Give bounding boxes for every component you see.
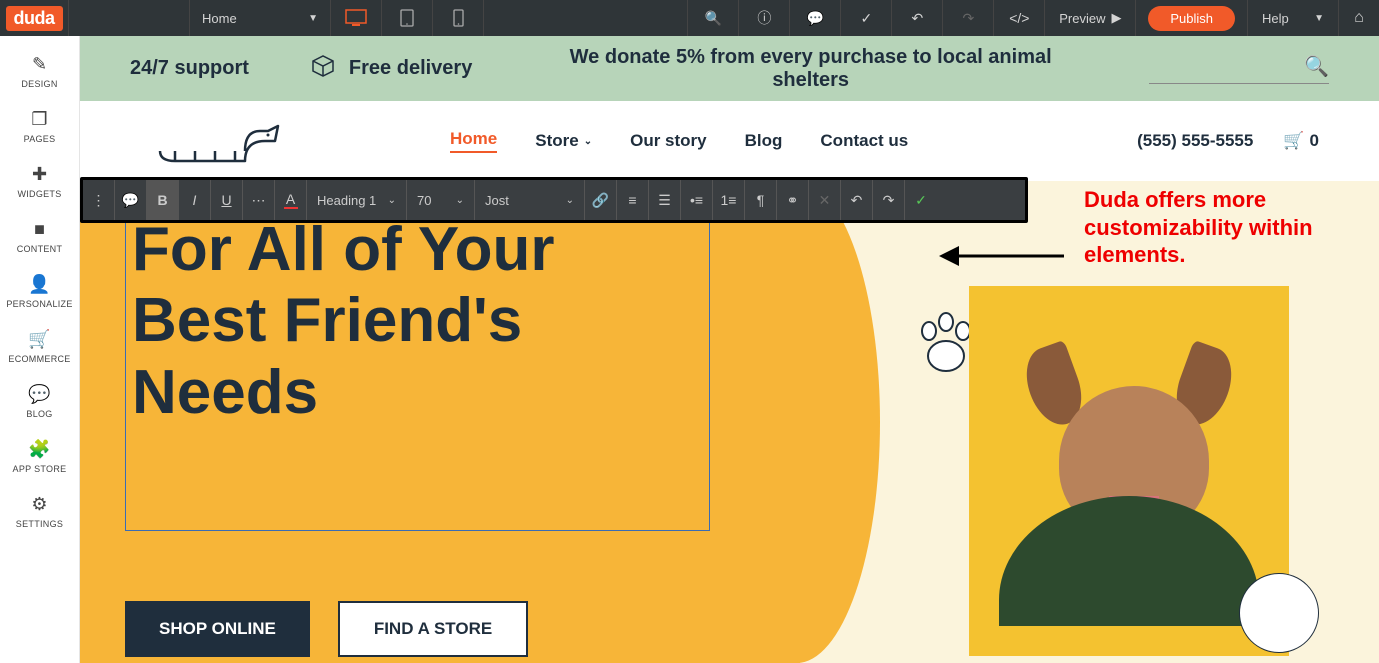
nav-contact[interactable]: Contact us	[820, 129, 908, 153]
nav-blog[interactable]: Blog	[745, 129, 783, 153]
editor-more-icon[interactable]: ⋯	[243, 180, 275, 220]
annotation-text: Duda offers more customizability within …	[1084, 186, 1364, 269]
editor-textcolor-button[interactable]: A	[275, 180, 307, 220]
editor-drag-icon[interactable]: ⋮	[83, 180, 115, 220]
editor-confirm-icon[interactable]: ✓	[905, 180, 937, 220]
editor-clear-icon[interactable]: ✕	[809, 180, 841, 220]
editor-link-icon[interactable]: 🔗	[585, 180, 617, 220]
sidebar-item-pages[interactable]: ❐PAGES	[0, 99, 79, 154]
promo-delivery: Free delivery	[309, 52, 472, 86]
shop-online-button[interactable]: SHOP ONLINE	[125, 601, 310, 657]
nav-home[interactable]: Home	[450, 129, 497, 153]
chat-icon: 💬	[28, 384, 50, 405]
text-editor-toolbar: ⋮ 💬 B I U ⋯ A Heading 1⌄ 70⌄ Jost⌄ 🔗 ≡ ☰…	[80, 177, 1028, 223]
promo-bar: 24/7 support Free delivery We donate 5% …	[80, 36, 1379, 101]
nav-ourstory[interactable]: Our story	[630, 129, 707, 153]
editor-comment-icon[interactable]: 💬	[115, 180, 147, 220]
editor-bold-button[interactable]: B	[147, 180, 179, 220]
editor-redo-icon[interactable]: ↷	[873, 180, 905, 220]
sidebar-item-content[interactable]: ■CONTENT	[0, 209, 79, 264]
site-canvas: 24/7 support Free delivery We donate 5% …	[80, 36, 1379, 663]
cta-row: SHOP ONLINE FIND A STORE	[125, 601, 528, 657]
publish-button[interactable]: Publish	[1148, 6, 1235, 31]
sidebar-item-ecommerce[interactable]: 🛒ECOMMERCE	[0, 319, 79, 374]
editor-bulletlist-icon[interactable]: •≡	[681, 180, 713, 220]
sidebar-item-settings[interactable]: ⚙SETTINGS	[0, 484, 79, 539]
cart-icon: 🛒	[28, 329, 50, 350]
left-sidebar: ✎DESIGN ❐PAGES ✚WIDGETS ■CONTENT 👤PERSON…	[0, 36, 80, 663]
chevron-down-icon: ⌄	[584, 136, 592, 147]
cart-button[interactable]: 🛒0	[1283, 131, 1319, 151]
code-icon[interactable]: </>	[994, 0, 1044, 36]
publish-wrap: Publish	[1136, 0, 1247, 36]
editor-align-icon[interactable]: ≡	[617, 180, 649, 220]
comment-icon[interactable]: 💬	[790, 0, 840, 36]
device-desktop-button[interactable]	[331, 0, 381, 36]
device-tablet-button[interactable]	[382, 0, 432, 36]
plus-icon: ✚	[32, 164, 47, 185]
hero-title-editbox[interactable]: For All of Your Best Friend's Needs	[125, 211, 710, 531]
person-icon: 👤	[28, 274, 50, 295]
editor-ai-icon[interactable]: ⚭	[777, 180, 809, 220]
undo-icon[interactable]: ↶	[892, 0, 942, 36]
editor-lineheight-icon[interactable]: ☰	[649, 180, 681, 220]
editor-fontsize-dropdown[interactable]: 70⌄	[407, 180, 475, 220]
editor-numberlist-icon[interactable]: 1≡	[713, 180, 745, 220]
site-header: Home Store ⌄ Our story Blog Contact us (…	[80, 101, 1379, 181]
search-icon[interactable]: 🔍	[688, 0, 738, 36]
sidebar-item-personalize[interactable]: 👤PERSONALIZE	[0, 264, 79, 319]
oh-my-dog-badge	[1239, 573, 1319, 653]
search-icon: 🔍	[1304, 56, 1329, 78]
editor-undo-icon[interactable]: ↶	[841, 180, 873, 220]
hero-title[interactable]: For All of Your Best Friend's Needs	[126, 212, 709, 430]
cart-icon: 🛒	[1283, 131, 1304, 151]
sidebar-item-widgets[interactable]: ✚WIDGETS	[0, 154, 79, 209]
preview-button[interactable]: Preview▶	[1045, 0, 1135, 36]
promo-support: 24/7 support	[130, 57, 249, 80]
help-dropdown[interactable]: Help▼	[1248, 0, 1338, 36]
gear-icon: ⚙	[31, 494, 47, 515]
sidebar-item-blog[interactable]: 💬BLOG	[0, 374, 79, 429]
chevron-down-icon: ▼	[1314, 13, 1324, 24]
annotation-arrow-icon	[939, 236, 1069, 276]
editor-italic-button[interactable]: I	[179, 180, 211, 220]
device-mobile-button[interactable]	[433, 0, 483, 36]
info-icon[interactable]: ⓘ	[739, 0, 789, 36]
site-logo[interactable]	[150, 111, 290, 171]
chevron-down-icon: ⌄	[388, 195, 396, 206]
puzzle-icon: 🧩	[28, 439, 50, 460]
pages-icon: ❐	[31, 109, 47, 130]
nav-menu: Home Store ⌄ Our story Blog Contact us	[450, 129, 908, 153]
play-icon: ▶	[1111, 10, 1121, 26]
redo-icon[interactable]: ↷	[943, 0, 993, 36]
chevron-down-icon: ⌄	[456, 195, 464, 206]
chevron-down-icon: ⌄	[566, 195, 574, 206]
top-toolbar: duda Home ▼ 🔍 ⓘ 💬 ✓ ↶ ↷ </> Preview▶ Pub…	[0, 0, 1379, 36]
brand-logo: duda	[0, 0, 68, 36]
promo-search[interactable]: 🔍	[1149, 54, 1329, 84]
check-icon[interactable]: ✓	[841, 0, 891, 36]
page-selector-dropdown[interactable]: Home ▼	[190, 0, 330, 36]
folder-icon: ■	[34, 219, 45, 240]
promo-donate: We donate 5% from every purchase to loca…	[532, 46, 1089, 92]
phone-number: (555) 555-5555	[1137, 131, 1253, 151]
find-store-button[interactable]: FIND A STORE	[338, 601, 528, 657]
nav-store[interactable]: Store ⌄	[535, 129, 592, 153]
sidebar-item-appstore[interactable]: 🧩APP STORE	[0, 429, 79, 484]
editor-underline-button[interactable]: U	[211, 180, 243, 220]
sidebar-item-design[interactable]: ✎DESIGN	[0, 44, 79, 99]
chevron-down-icon: ▼	[308, 13, 318, 24]
editor-heading-dropdown[interactable]: Heading 1⌄	[307, 180, 407, 220]
pencil-icon: ✎	[32, 54, 47, 75]
editor-fontfamily-dropdown[interactable]: Jost⌄	[475, 180, 585, 220]
editor-paragraph-icon[interactable]: ¶	[745, 180, 777, 220]
box-icon	[309, 52, 337, 86]
home-icon[interactable]: ⌂	[1339, 0, 1379, 36]
